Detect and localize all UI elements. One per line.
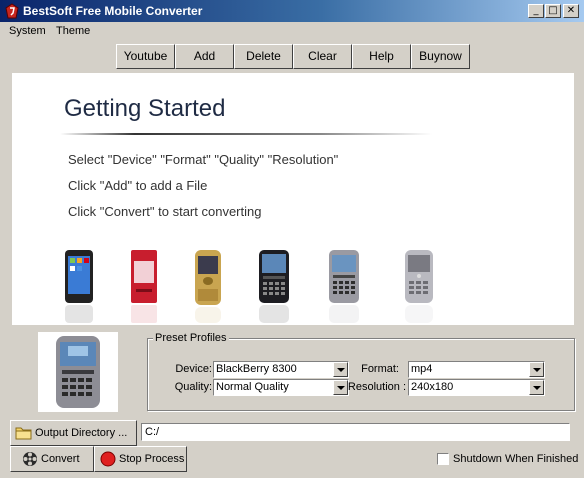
stop-icon — [100, 451, 116, 467]
stop-process-button[interactable]: Stop Process — [94, 446, 187, 472]
device-select[interactable]: BlackBerry 8300 — [213, 361, 349, 378]
page-title: Getting Started — [64, 95, 226, 122]
app-window: BestSoft Free Mobile Converter _ □ ✕ Sys… — [0, 0, 584, 478]
resolution-label: Resolution : — [347, 381, 406, 393]
menu-system[interactable]: System — [9, 25, 46, 37]
output-directory-value: C:/ — [145, 426, 160, 438]
resolution-select[interactable]: 240x180 — [408, 379, 545, 396]
shutdown-label[interactable]: Shutdown When Finished — [453, 453, 578, 465]
device-select-value: BlackBerry 8300 — [216, 363, 297, 375]
format-select-value: mp4 — [411, 363, 433, 375]
blackberry-preview-image — [56, 336, 100, 408]
maximize-button[interactable]: □ — [545, 4, 561, 18]
resolution-select-value: 240x180 — [411, 381, 454, 393]
quality-select-value: Normal Quality — [216, 381, 289, 393]
folder-icon — [15, 427, 32, 440]
device-label: Device: — [175, 363, 212, 375]
output-directory-button-label: Output Directory ... — [35, 427, 128, 439]
menu-system-label: System — [9, 25, 46, 37]
close-button[interactable]: ✕ — [563, 4, 579, 18]
instruction-line-3: Click "Convert" to start converting — [68, 204, 262, 219]
quality-label: Quality: — [174, 381, 212, 393]
quality-select[interactable]: Normal Quality — [213, 379, 349, 396]
convert-button-label: Convert — [41, 453, 80, 465]
clear-button[interactable]: Clear — [293, 44, 352, 69]
delete-button[interactable]: Delete — [234, 44, 293, 69]
chevron-down-icon[interactable] — [529, 362, 544, 377]
title-divider — [60, 133, 432, 135]
help-button[interactable]: Help — [352, 44, 411, 69]
iphone-image — [65, 250, 93, 323]
convert-button[interactable]: Convert — [10, 446, 94, 472]
menu-theme-label: Theme — [56, 25, 91, 37]
preset-profiles-title: Preset Profiles — [153, 332, 229, 344]
chevron-down-icon[interactable] — [333, 362, 348, 377]
red-flip-phone-image — [131, 250, 157, 323]
output-directory-button[interactable]: Output Directory ... — [10, 420, 137, 446]
output-directory-field[interactable]: C:/ — [141, 423, 570, 441]
format-label: Format: — [361, 363, 399, 375]
menu-bar: System Theme — [0, 22, 584, 41]
stop-process-button-label: Stop Process — [119, 453, 185, 465]
title-bar[interactable]: BestSoft Free Mobile Converter _ □ ✕ — [0, 0, 584, 22]
blackberry-curve-silver-image — [329, 250, 359, 323]
gold-slider-phone-image — [195, 250, 221, 323]
blackberry-pearl-silver-image — [405, 250, 433, 323]
shutdown-checkbox[interactable] — [437, 453, 449, 465]
buynow-button[interactable]: Buynow — [411, 44, 470, 69]
window-title: BestSoft Free Mobile Converter — [23, 4, 203, 18]
instruction-line-1: Select "Device" "Format" "Quality" "Reso… — [68, 152, 339, 167]
instruction-line-2: Click "Add" to add a File — [68, 178, 208, 193]
menu-theme[interactable]: Theme — [56, 25, 90, 37]
device-preview — [38, 332, 118, 412]
chevron-down-icon[interactable] — [529, 380, 544, 395]
blackberry-curve-black-image — [259, 250, 289, 323]
app-logo-icon — [5, 3, 19, 19]
add-button[interactable]: Add — [175, 44, 234, 69]
film-reel-icon — [23, 452, 37, 466]
format-select[interactable]: mp4 — [408, 361, 545, 378]
minimize-button[interactable]: _ — [528, 4, 544, 18]
youtube-button[interactable]: Youtube — [116, 44, 175, 69]
getting-started-panel: Getting Started Select "Device" "Format"… — [12, 73, 574, 325]
